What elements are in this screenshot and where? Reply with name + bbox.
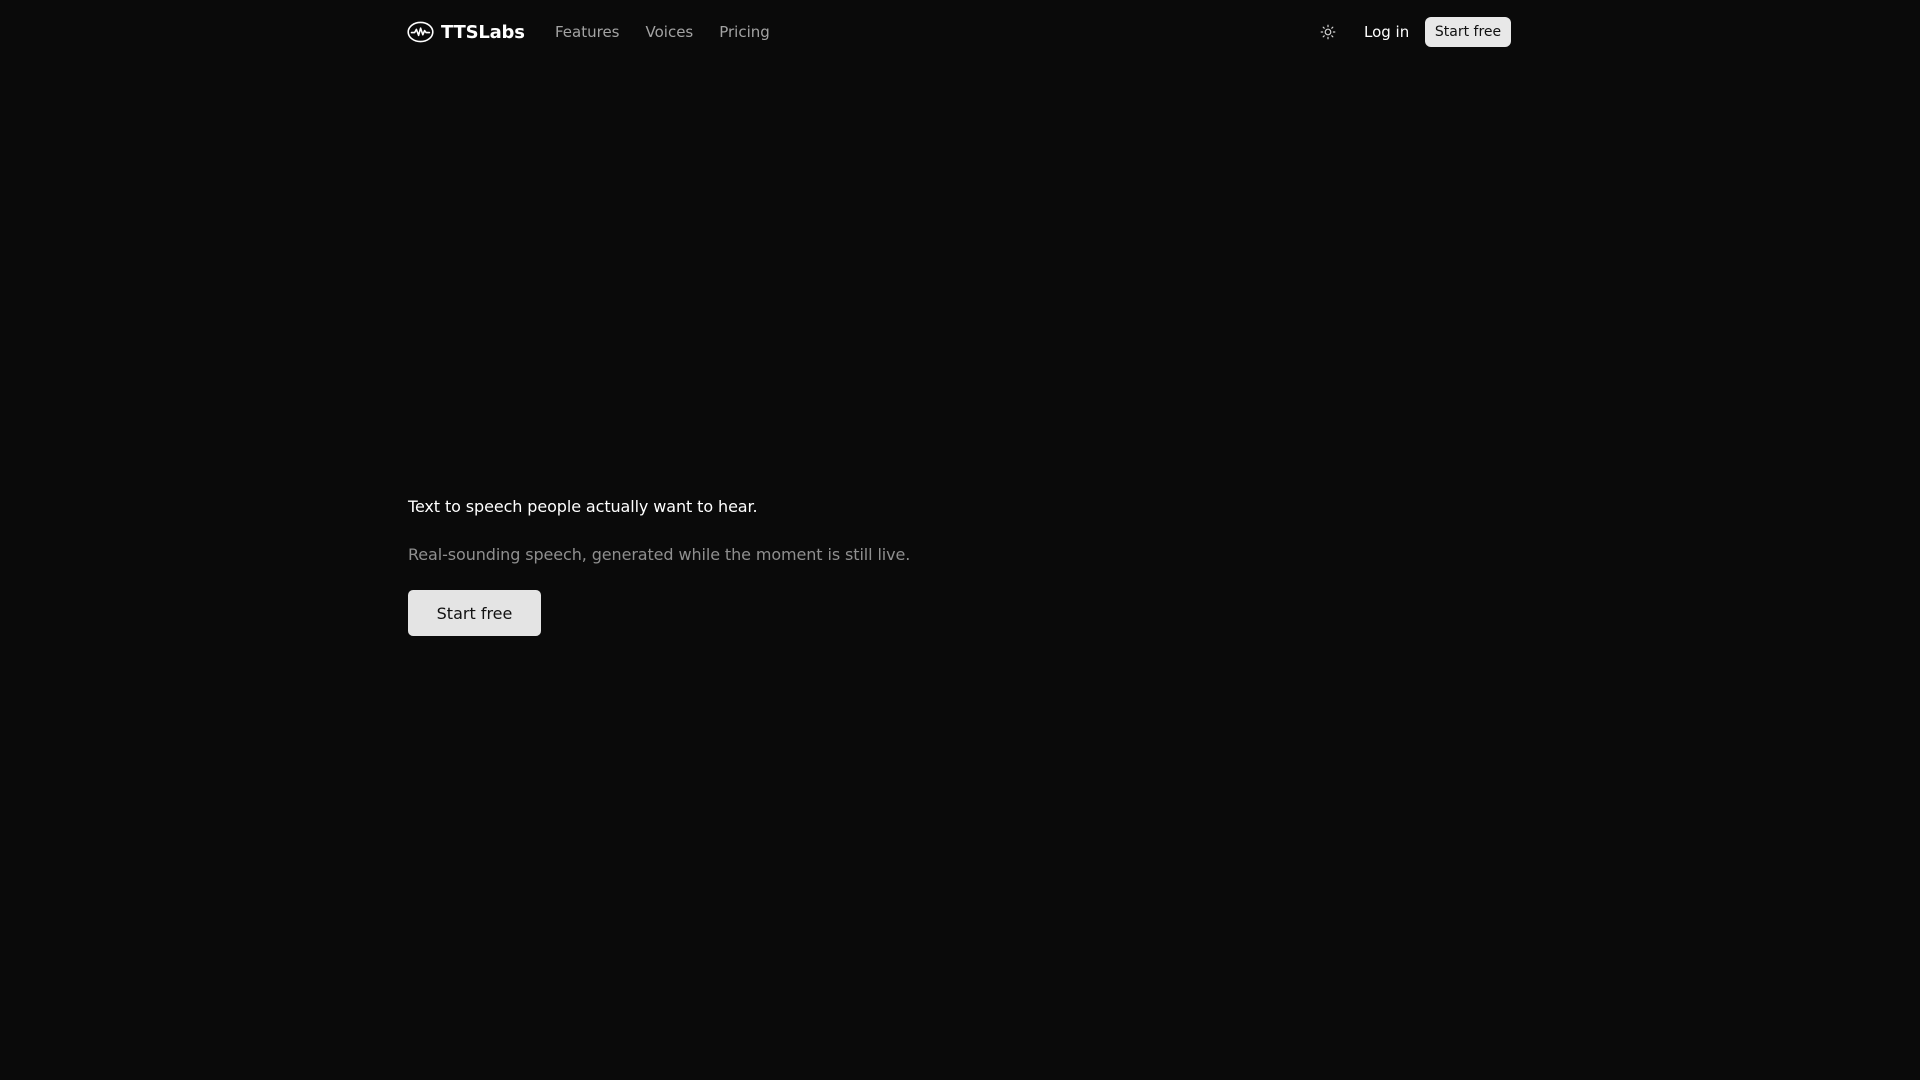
nav-link-features[interactable]: Features bbox=[555, 23, 620, 41]
login-link[interactable]: Log in bbox=[1364, 20, 1409, 44]
header-start-free-button[interactable]: Start free bbox=[1425, 17, 1511, 47]
hero-start-free-button[interactable]: Start free bbox=[408, 590, 541, 636]
sun-icon bbox=[1320, 24, 1336, 40]
site-header: TTSLabs Features Voices Pricing Log in S… bbox=[0, 0, 1920, 64]
hero-subtitle: Real-sounding speech, generated while th… bbox=[408, 545, 911, 564]
landing-page: TTSLabs Features Voices Pricing Log in S… bbox=[0, 0, 1920, 1080]
brand-name: TTSLabs bbox=[441, 21, 525, 43]
hero-section: Text to speech people actually want to h… bbox=[408, 494, 1308, 636]
nav-link-pricing[interactable]: Pricing bbox=[719, 23, 770, 41]
main-nav: Features Voices Pricing bbox=[555, 20, 770, 44]
brand-logo-link[interactable]: TTSLabs bbox=[407, 19, 525, 45]
hero-title: Text to speech people actually want to h… bbox=[408, 497, 758, 516]
theme-toggle-button[interactable] bbox=[1316, 21, 1340, 43]
waveform-logo-icon bbox=[407, 20, 434, 44]
nav-link-voices[interactable]: Voices bbox=[646, 23, 694, 41]
